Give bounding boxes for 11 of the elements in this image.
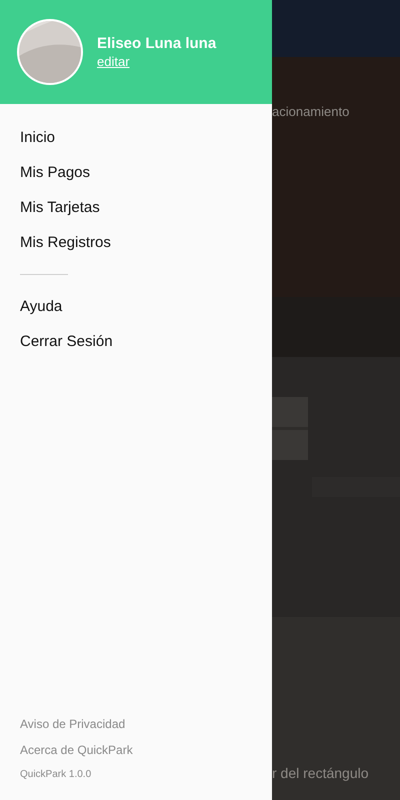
menu-item[interactable]: Mis Registros bbox=[0, 225, 131, 260]
menu-item[interactable]: Mis Tarjetas bbox=[0, 190, 120, 225]
screen-title: acionamiento bbox=[272, 104, 350, 119]
menu-item[interactable]: Inicio bbox=[0, 120, 76, 155]
menu-item[interactable]: Mis Pagos bbox=[0, 155, 110, 190]
version-text: QuickPark 1.0.0 bbox=[20, 769, 92, 780]
avatar[interactable] bbox=[16, 18, 84, 86]
hint-text: r del rectángulo bbox=[272, 765, 369, 781]
menu-item[interactable]: Cerrar Sesión bbox=[0, 324, 133, 359]
user-name: Eliseo Luna luna bbox=[97, 35, 216, 52]
menu-item[interactable]: Ayuda bbox=[0, 289, 82, 324]
